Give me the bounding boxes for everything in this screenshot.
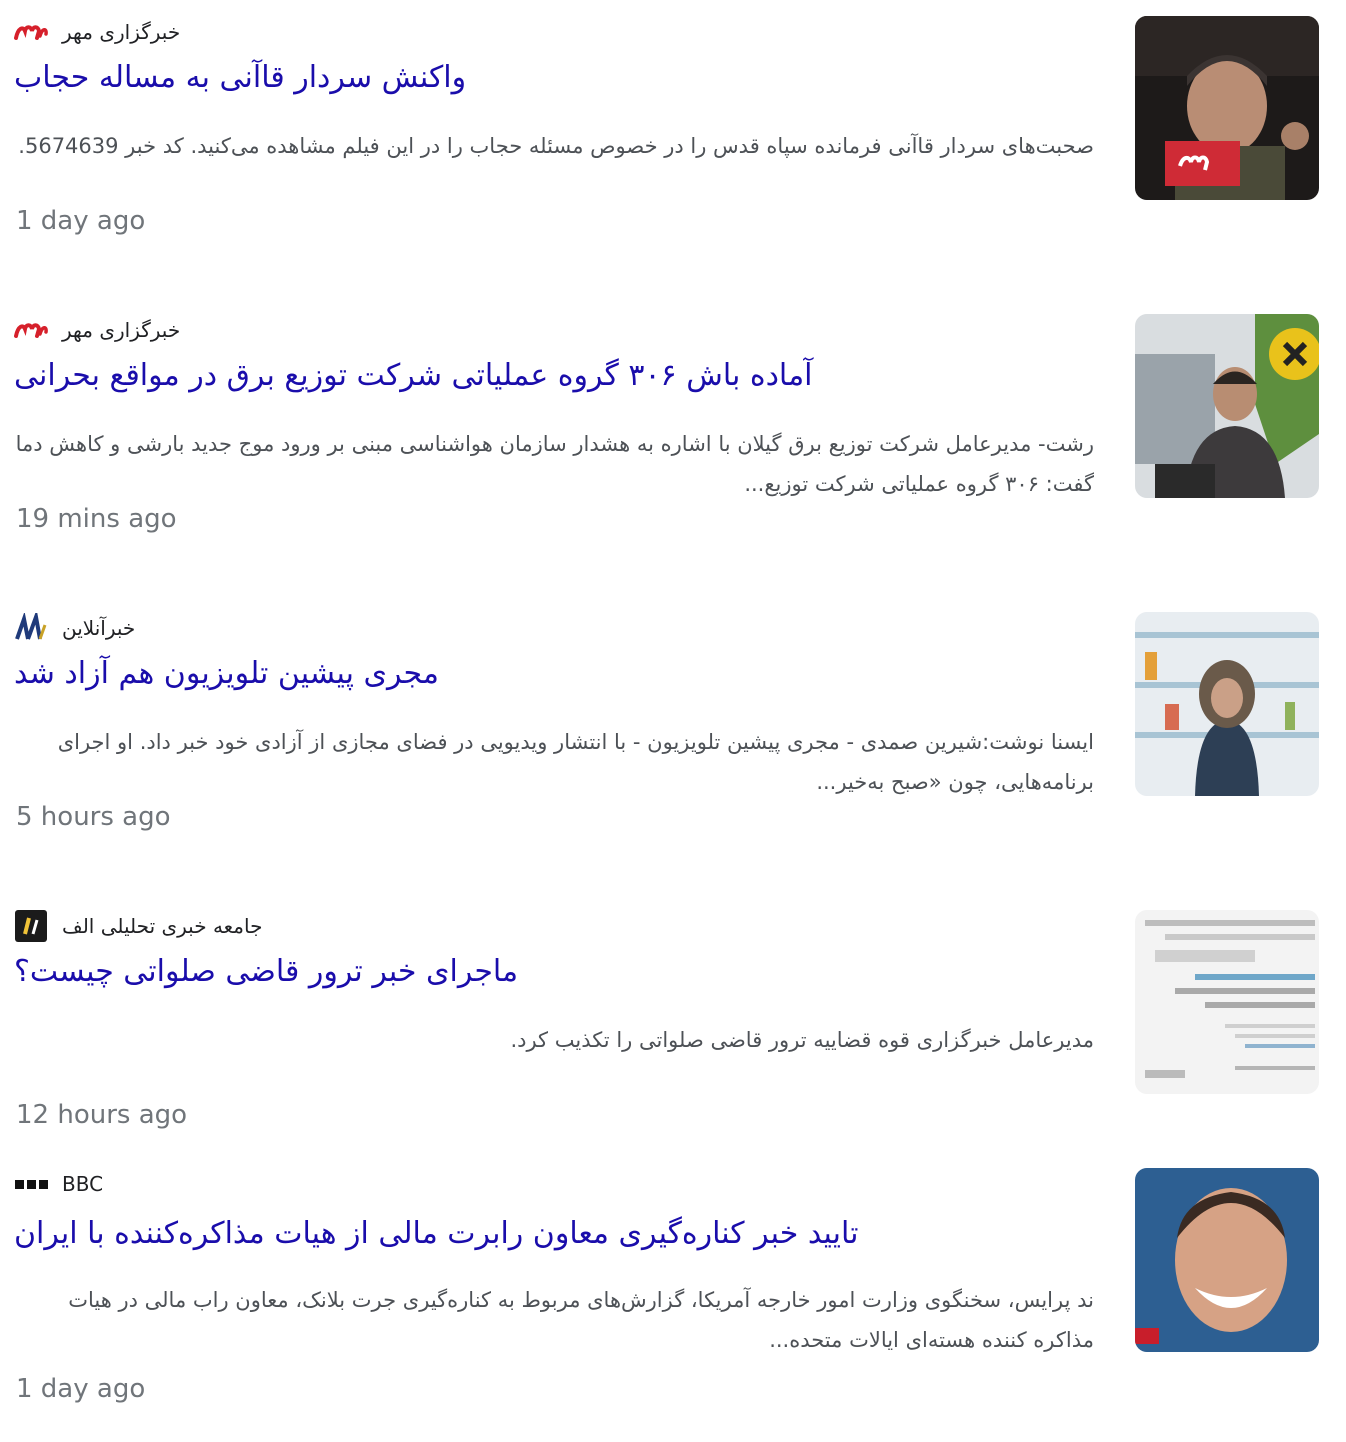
- headline-link[interactable]: تایید خبر کناره‌گیری معاون رابرت مالی از…: [14, 1216, 1094, 1252]
- thumbnail-image[interactable]: [1135, 1168, 1319, 1352]
- news-source: خبرگزاری مهر: [14, 14, 180, 50]
- thumbnail-image[interactable]: [1135, 314, 1319, 498]
- headline-link[interactable]: واکنش سردار قاآنی به مساله حجاب: [14, 60, 1094, 96]
- source-name: جامعه خبری تحلیلی الف: [62, 914, 263, 938]
- thumbnail-image[interactable]: [1135, 16, 1319, 200]
- news-item[interactable]: جامعه خبری تحلیلی الف ماجرای خبر ترور قا…: [0, 894, 1346, 1184]
- snippet: رشت- مدیرعامل شرکت توزیع برق گیلان با اش…: [15, 432, 1094, 496]
- source-name: BBC: [62, 1172, 104, 1196]
- headline-link[interactable]: آماده باش ۳۰۶ گروه عملیاتی شرکت توزیع بر…: [14, 358, 1094, 394]
- khabaronline-logo-icon: [14, 611, 48, 645]
- news-source: جامعه خبری تحلیلی الف: [14, 908, 262, 944]
- news-feed: خبرگزاری مهر واکنش سردار قاآنی به مساله …: [0, 0, 1346, 1432]
- news-item[interactable]: خبرگزاری مهر واکنش سردار قاآنی به مساله …: [0, 0, 1346, 290]
- thumbnail-image[interactable]: [1135, 612, 1319, 796]
- timestamp: 12 hours ago: [16, 1100, 188, 1130]
- snippet: صحبت‌های سردار قاآنی فرمانده سپاه قدس را…: [18, 134, 1094, 158]
- news-item[interactable]: BBC تایید خبر کناره‌گیری معاون رابرت مال…: [0, 1152, 1346, 1442]
- headline-link[interactable]: ماجرای خبر ترور قاضی صلواتی چیست؟: [14, 954, 1094, 990]
- timestamp: 5 hours ago: [16, 802, 171, 832]
- source-name: خبرآنلاین: [62, 616, 136, 640]
- news-item[interactable]: خبرآنلاین مجری پیشین تلویزیون هم آزاد شد…: [0, 596, 1346, 886]
- mehr-logo-icon: [14, 15, 48, 49]
- snippet: مدیرعامل خبرگزاری قوه قضاییه ترور قاضی ص…: [510, 1028, 1094, 1052]
- alef-logo-icon: [14, 909, 48, 943]
- timestamp: 1 day ago: [16, 1374, 146, 1404]
- timestamp: 19 mins ago: [16, 504, 177, 534]
- news-source: خبرگزاری مهر: [14, 312, 180, 348]
- source-name: خبرگزاری مهر: [62, 318, 181, 342]
- thumbnail-image[interactable]: [1135, 910, 1319, 1094]
- news-source: خبرآنلاین: [14, 610, 135, 646]
- snippet: ند پرایس، سخنگوی وزارت امور خارجه آمریکا…: [68, 1288, 1094, 1352]
- snippet: ایسنا نوشت:شیرین صمدی - مجری پیشین تلویز…: [57, 730, 1094, 794]
- news-source: BBC: [14, 1166, 103, 1202]
- news-item[interactable]: خبرگزاری مهر آماده باش ۳۰۶ گروه عملیاتی …: [0, 298, 1346, 588]
- bbc-logo-icon: [14, 1167, 48, 1201]
- source-name: خبرگزاری مهر: [62, 20, 181, 44]
- timestamp: 1 day ago: [16, 206, 146, 236]
- mehr-logo-icon: [14, 313, 48, 347]
- headline-link[interactable]: مجری پیشین تلویزیون هم آزاد شد: [14, 656, 1094, 692]
